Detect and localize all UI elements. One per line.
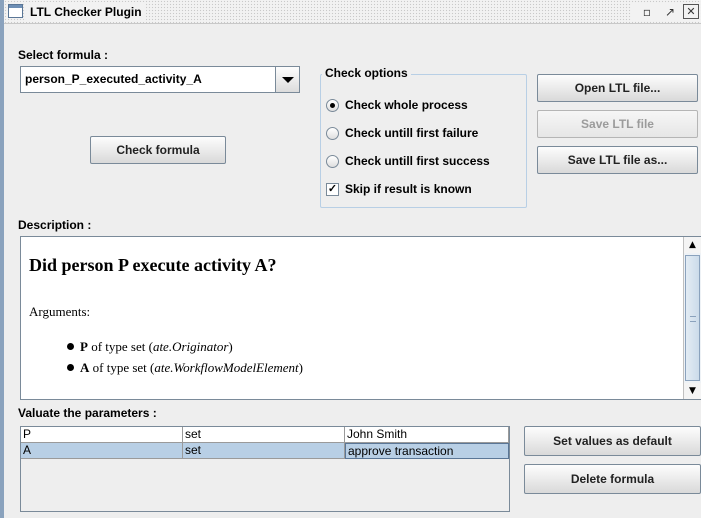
option-first-failure[interactable]: Check untill first failure [326, 124, 478, 142]
description-content: Did person P execute activity A? Argumen… [21, 237, 683, 399]
bullet-icon [67, 343, 74, 350]
delete-formula-button[interactable]: Delete formula [524, 464, 701, 494]
description-panel[interactable]: Did person P execute activity A? Argumen… [20, 236, 701, 400]
option-first-failure-label: Check untill first failure [345, 126, 479, 140]
argument-text: of type set ( [89, 360, 155, 375]
open-ltl-file-button[interactable]: Open LTL file... [537, 74, 698, 102]
formula-select[interactable]: person_P_executed_activity_A [20, 66, 300, 93]
select-formula-label: Select formula : [18, 48, 109, 62]
skip-known-option[interactable]: ✓ Skip if result is known [326, 180, 472, 198]
scrollbar-thumb[interactable] [685, 255, 700, 381]
bullet-icon [67, 364, 74, 371]
minimize-icon[interactable]: ▫ [637, 3, 657, 21]
window-controls: ▫ ↗ ✕ [631, 3, 699, 21]
check-formula-button[interactable]: Check formula [90, 136, 226, 164]
param-value-cell[interactable]: approve transaction [345, 443, 509, 459]
set-values-default-button[interactable]: Set values as default [524, 426, 701, 456]
param-type-cell[interactable]: set [183, 443, 345, 459]
argument-name: P [80, 339, 88, 354]
chevron-down-icon[interactable] [275, 67, 299, 92]
param-name-cell[interactable]: A [21, 443, 183, 459]
scroll-up-icon[interactable]: ▲ [684, 237, 701, 253]
argument-close: ) [228, 339, 233, 354]
description-scrollbar[interactable]: ▲ ▼ [683, 237, 701, 399]
option-whole-process-label: Check whole process [345, 98, 468, 112]
radio-icon[interactable] [326, 126, 339, 140]
maximize-icon[interactable]: ↗ [660, 3, 680, 21]
skip-known-label: Skip if result is known [345, 182, 472, 196]
save-ltl-file-as-button[interactable]: Save LTL file as... [537, 146, 698, 174]
param-type-cell[interactable]: set [183, 427, 345, 443]
table-row[interactable]: A set approve transaction [21, 443, 509, 459]
argument-type: ate.WorkflowModelElement [154, 360, 299, 375]
ltl-checker-window: LTL Checker Plugin ▫ ↗ ✕ Select formula … [0, 0, 701, 518]
argument-type: ate.Originator [152, 339, 229, 354]
save-ltl-file-button[interactable]: Save LTL file [537, 110, 698, 138]
option-first-success[interactable]: Check untill first success [326, 152, 490, 170]
radio-selected-icon[interactable] [326, 98, 339, 112]
window-title: LTL Checker Plugin [26, 2, 146, 22]
description-heading: Did person P execute activity A? [29, 255, 277, 275]
argument-text: of type set ( [87, 339, 153, 354]
arguments-list: P of type set (ate.Originator) A of type… [29, 336, 675, 378]
check-formula-label: Check formula [116, 143, 200, 157]
checkbox-checked-icon[interactable]: ✓ [326, 182, 339, 196]
table-row[interactable]: P set John Smith [21, 427, 509, 443]
argument-close: ) [298, 360, 304, 375]
window-icon [8, 4, 23, 18]
title-bar[interactable]: LTL Checker Plugin ▫ ↗ ✕ [4, 0, 701, 24]
parameters-label: Valuate the parameters : [18, 406, 157, 420]
arguments-label: Arguments: [29, 304, 91, 319]
parameters-table[interactable]: P set John Smith A set approve transacti… [20, 426, 510, 512]
argument-item: A of type set (ate.WorkflowModelElement) [67, 357, 675, 378]
close-icon[interactable]: ✕ [683, 4, 699, 19]
check-options-title: Check options [322, 66, 411, 80]
argument-item: P of type set (ate.Originator) [67, 336, 675, 357]
formula-select-value: person_P_executed_activity_A [25, 72, 202, 86]
scroll-down-icon[interactable]: ▼ [684, 383, 701, 399]
argument-name: A [80, 360, 90, 375]
option-first-success-label: Check untill first success [345, 154, 490, 168]
option-whole-process[interactable]: Check whole process [326, 96, 468, 114]
param-name-cell[interactable]: P [21, 427, 183, 443]
radio-icon[interactable] [326, 154, 339, 168]
description-label: Description : [18, 218, 92, 232]
param-value-cell[interactable]: John Smith [345, 427, 509, 443]
